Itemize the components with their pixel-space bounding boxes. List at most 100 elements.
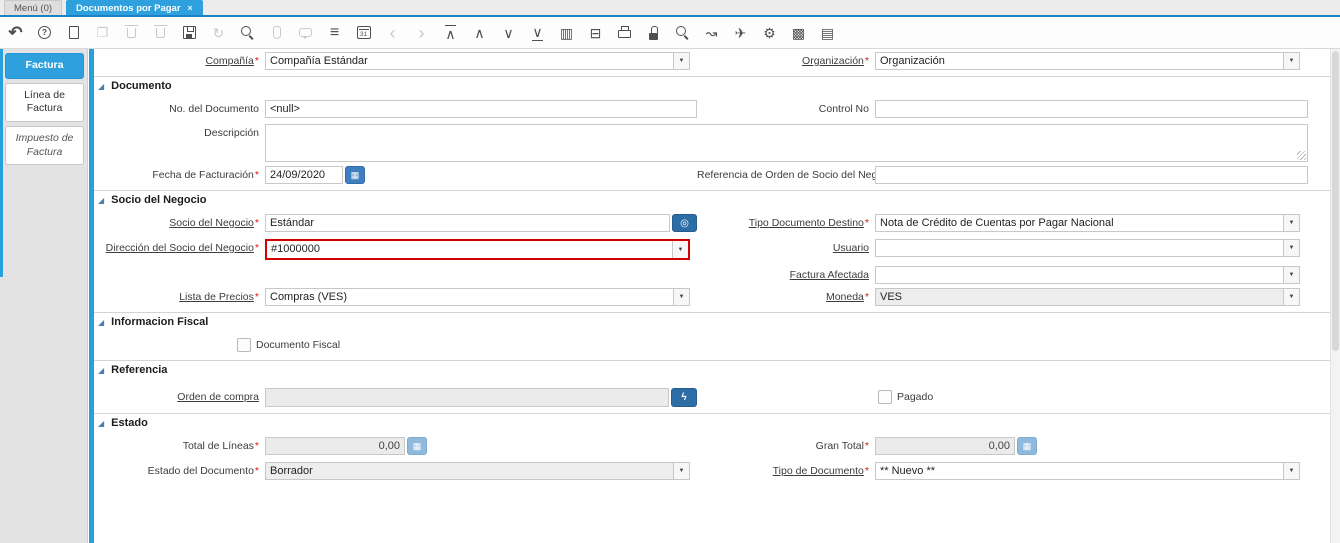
gran-total-calculator-button[interactable]: ▦ — [1017, 437, 1037, 455]
back-icon: ‹ — [389, 22, 396, 43]
undo-icon[interactable]: ↶ — [6, 20, 25, 46]
calendar-picker-button[interactable]: ▦ — [345, 166, 365, 184]
bpartner-info-icon: ◎ — [680, 217, 689, 229]
bpartner-info-button[interactable]: ◎ — [672, 214, 697, 232]
tipo-documento-select[interactable]: ** Nuevo ** ▼ — [875, 462, 1300, 480]
scrollbar-thumb[interactable] — [1332, 51, 1339, 351]
collapse-icon[interactable]: ◢ — [98, 196, 104, 205]
new-record-icon[interactable] — [64, 20, 83, 46]
tipo-documento-label: Tipo de Documento* — [772, 465, 869, 477]
form-icon[interactable]: ▤ — [818, 20, 837, 46]
print-preview-icon[interactable]: ▩ — [789, 20, 808, 46]
tab-label: Documentos por Pagar — [76, 2, 181, 14]
organizacion-label: Organización* — [802, 55, 869, 67]
orden-compra-zoom-button[interactable]: ϟ — [671, 388, 697, 407]
copy-record-icon: ❐ — [96, 25, 109, 40]
previous-record-icon[interactable]: ∧ — [470, 20, 489, 46]
calendar-icon[interactable]: 31 — [354, 20, 373, 46]
descripcion-textarea[interactable] — [265, 124, 1308, 162]
sidebar-tab-impuesto-de-factura[interactable]: Impuesto de Factura — [5, 125, 84, 166]
documento-fiscal-checkbox[interactable] — [237, 338, 251, 352]
collapse-icon[interactable]: ◢ — [98, 366, 104, 375]
total-lineas-input: 0,00 — [265, 437, 405, 455]
documento-fiscal-label: Documento Fiscal — [256, 339, 341, 351]
factura-afectada-select[interactable]: ▼ — [875, 266, 1300, 284]
compania-select[interactable]: Compañía Estándar ▼ — [265, 52, 690, 70]
fecha-facturacion-input[interactable]: 24/09/2020 — [265, 166, 343, 184]
socio-negocio-input[interactable]: Estándar — [265, 214, 670, 232]
grid-toggle-icon[interactable]: ≡ — [325, 20, 344, 46]
referencia-orden-input[interactable] — [875, 166, 1308, 184]
toolbar: ↶? ❐ ↻ ≡ 31 ‹ › ∧ ∧ ∨ ∨ ▥ ⊟ ↝ ✈ ⚙ ▩ ▤ — [0, 17, 1340, 49]
request-icon[interactable]: ✈ — [731, 20, 750, 46]
collapse-icon[interactable]: ◢ — [98, 318, 104, 327]
tab-label: Menú (0) — [14, 2, 53, 14]
zoom-across-icon[interactable] — [673, 20, 692, 46]
estado-documento-label: Estado del Documento* — [147, 465, 259, 477]
moneda-label: Moneda* — [825, 291, 869, 303]
pagado-label: Pagado — [897, 391, 934, 403]
chevron-down-icon[interactable]: ▼ — [1283, 53, 1299, 69]
next-record-icon[interactable]: ∨ — [499, 20, 518, 46]
referencia-orden-label: Referencia de Orden de Socio del Negocio — [697, 169, 897, 181]
tipo-documento-destino-label: Tipo Documento Destino* — [748, 217, 869, 229]
section-referencia: ◢ Referencia — [94, 360, 1340, 376]
attachment-icon — [267, 20, 286, 46]
socio-negocio-label: Socio del Negocio* — [169, 217, 259, 229]
moneda-select: VES ▼ — [875, 288, 1300, 306]
delete-record-icon — [122, 20, 141, 46]
save-icon[interactable] — [180, 20, 199, 46]
usuario-select[interactable]: ▼ — [875, 239, 1300, 257]
no-documento-input[interactable]: <null> — [265, 100, 697, 118]
report-icon[interactable]: ▥ — [557, 20, 576, 46]
pagado-checkbox[interactable] — [878, 390, 892, 404]
tab-menu[interactable]: Menú (0) — [4, 0, 63, 15]
direccion-socio-select[interactable]: #1000000 ▼ — [265, 239, 690, 260]
first-record-icon[interactable]: ∧ — [441, 20, 460, 46]
calculator-icon: ▦ — [412, 440, 422, 451]
chevron-down-icon[interactable]: ▼ — [1283, 240, 1299, 256]
find-record-icon[interactable] — [238, 20, 257, 46]
collapse-icon[interactable]: ◢ — [98, 419, 104, 428]
sidebar-tab-linea-de-factura[interactable]: Línea de Factura — [5, 82, 84, 122]
forward-icon: › — [418, 22, 425, 43]
refresh-icon: ↻ — [212, 24, 225, 41]
estado-documento-select: Borrador ▼ — [265, 462, 690, 480]
chevron-down-icon[interactable]: ▼ — [673, 289, 689, 305]
calendar-icon: ▦ — [350, 169, 360, 180]
resize-grip-icon[interactable] — [1297, 151, 1306, 160]
orden-compra-label: Orden de compra — [177, 391, 259, 403]
organizacion-select[interactable]: Organización ▼ — [875, 52, 1300, 70]
tipo-documento-destino-select[interactable]: Nota de Crédito de Cuentas por Pagar Nac… — [875, 214, 1300, 232]
gran-total-label: Gran Total* — [815, 440, 869, 452]
chevron-down-icon[interactable]: ▼ — [672, 241, 688, 258]
lista-precios-select[interactable]: Compras (VES) ▼ — [265, 288, 690, 306]
chevron-down-icon[interactable]: ▼ — [1283, 463, 1299, 479]
chevron-down-icon[interactable]: ▼ — [1283, 215, 1299, 231]
delete-selection-icon — [151, 20, 170, 46]
last-record-icon[interactable]: ∨ — [528, 20, 547, 46]
lock-icon[interactable] — [644, 20, 663, 46]
sidebar-tab-list: Factura Línea de Factura Impuesto de Factu… — [0, 49, 88, 543]
preference-icon[interactable]: ⚙ — [760, 20, 779, 46]
orden-compra-input — [265, 388, 669, 407]
titlebar-tabs: Menú (0) Documentos por Pagar × — [0, 0, 1340, 17]
direccion-socio-label: Dirección del Socio del Negocio* — [105, 242, 259, 254]
vertical-scrollbar[interactable] — [1330, 49, 1340, 543]
archive-icon[interactable]: ⊟ — [586, 20, 605, 46]
workflow-icon[interactable]: ↝ — [702, 20, 721, 46]
print-icon[interactable] — [615, 20, 634, 46]
chevron-down-icon[interactable]: ▼ — [1283, 267, 1299, 283]
sidebar-tab-factura[interactable]: Factura — [5, 53, 84, 79]
total-lineas-calculator-button[interactable]: ▦ — [407, 437, 427, 455]
help-icon[interactable]: ? — [35, 20, 54, 46]
section-informacion-fiscal: ◢ Informacion Fiscal — [94, 312, 1340, 328]
zoom-icon: ϟ — [681, 392, 687, 403]
factura-afectada-label: Factura Afectada — [789, 269, 869, 281]
close-tab-icon[interactable]: × — [188, 3, 193, 13]
control-no-input[interactable] — [875, 100, 1308, 118]
tab-documentos-por-pagar[interactable]: Documentos por Pagar × — [66, 0, 203, 15]
form-area: Compañía* Compañía Estándar ▼ Organizació… — [94, 49, 1340, 543]
collapse-icon[interactable]: ◢ — [98, 82, 104, 91]
chevron-down-icon[interactable]: ▼ — [673, 53, 689, 69]
